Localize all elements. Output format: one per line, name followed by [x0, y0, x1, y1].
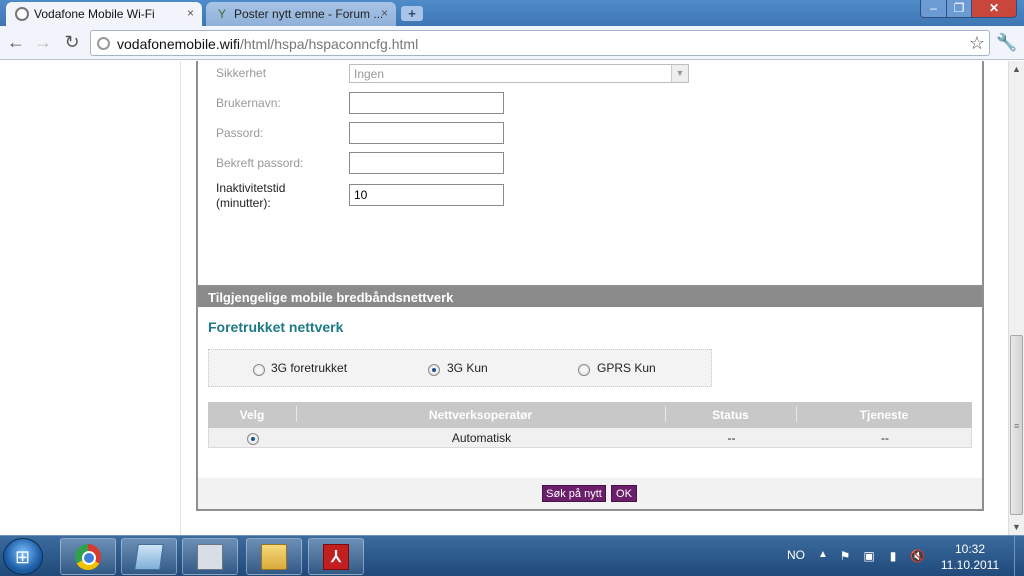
clock-date: 11.10.2011 — [940, 558, 1000, 572]
browser-toolbar: ← → ↻ vodafonemobile.wifi/html/hspa/hspa… — [0, 26, 1024, 60]
calculator-icon — [197, 544, 223, 570]
globe-icon — [15, 7, 29, 21]
password-field[interactable] — [349, 122, 504, 144]
minimize-button[interactable]: – — [920, 0, 947, 18]
confirm-password-label: Bekreft passord: — [216, 156, 304, 170]
table-row[interactable]: Automatisk -- -- — [208, 428, 972, 448]
networks-footer: Søk på nytt OK — [198, 478, 982, 509]
start-button[interactable]: ⊞ — [3, 538, 43, 575]
radio-3g-preferred[interactable] — [253, 364, 265, 376]
taskbar: ⊞ ⅄ NO ▲ ⚑ ▣ ▮ 🔇 10:32 11.10.2011 — [0, 535, 1024, 576]
column-service: Tjeneste — [859, 408, 909, 422]
url-path: /html/hspa/hspaconncfg.html — [239, 36, 419, 52]
table-header: Velg Nettverksoperatør Status Tjeneste — [208, 402, 972, 428]
globe-icon — [97, 37, 110, 50]
scrollbar-thumb[interactable]: ≡ — [1010, 335, 1023, 515]
bookmark-star-icon[interactable]: ☆ — [969, 33, 985, 54]
taskbar-chrome[interactable] — [60, 538, 116, 575]
tab-forum[interactable]: Y Poster nytt emne - Forum ... × — [206, 2, 396, 26]
language-indicator[interactable]: NO — [787, 548, 805, 562]
forum-icon: Y — [217, 7, 226, 21]
inactivity-label: Inaktivitetstid (minutter): — [216, 181, 285, 211]
notes-icon — [134, 544, 164, 570]
radio-gprs-only[interactable] — [578, 364, 590, 376]
status-cell: -- — [727, 431, 736, 445]
clock[interactable]: 10:32 11.10.2011 — [930, 541, 1010, 573]
forward-button[interactable]: → — [32, 31, 54, 53]
folder-icon — [261, 544, 287, 570]
security-value: Ingen — [354, 67, 385, 81]
show-hidden-icons-icon[interactable]: ▲ — [818, 549, 828, 560]
service-cell: -- — [881, 431, 889, 445]
system-tray: NO ▲ ⚑ ▣ ▮ 🔇 10:32 11.10.2011 — [780, 536, 1024, 576]
security-label: Sikkerhet — [216, 66, 267, 80]
row-select-radio[interactable] — [247, 433, 259, 445]
reload-button[interactable]: ↻ — [61, 31, 83, 53]
grip-icon: ≡ — [1014, 421, 1020, 431]
inactivity-label-line2: (minutter): — [216, 196, 271, 210]
scroll-up-icon[interactable]: ▲ — [1012, 64, 1021, 74]
url-host: vodafonemobile.wifi — [117, 36, 240, 52]
maximize-button[interactable]: ❐ — [946, 0, 972, 18]
radio-3g-only-label: 3G Kun — [447, 361, 488, 375]
column-select: Velg — [239, 408, 265, 422]
pdf-icon: ⅄ — [323, 544, 349, 570]
network-signal-icon[interactable]: ▮ — [886, 549, 900, 563]
chrome-icon — [75, 544, 101, 570]
page-viewport: Sikkerhet Ingen ▼ Brukernavn: Passord: B… — [0, 61, 1008, 535]
wrench-icon[interactable]: 🔧 — [996, 33, 1017, 53]
operator-cell: Automatisk — [451, 431, 512, 445]
preferred-network-title: Foretrukket nettverk — [208, 319, 344, 335]
left-column-divider — [180, 61, 181, 535]
settings-form: Sikkerhet Ingen ▼ Brukernavn: Passord: B… — [198, 61, 982, 301]
new-tab-button[interactable]: + — [401, 6, 423, 21]
taskbar-calculator[interactable] — [182, 538, 238, 575]
taskbar-notes[interactable] — [121, 538, 177, 575]
radio-3g-preferred-label: 3G foretrukket — [271, 361, 348, 375]
search-again-button[interactable]: Søk på nytt — [542, 485, 606, 502]
username-label: Brukernavn: — [216, 96, 281, 110]
close-window-button[interactable]: ✕ — [971, 0, 1017, 18]
taskbar-acrobat[interactable]: ⅄ — [308, 538, 364, 575]
networks-panel: Tilgjengelige mobile bredbåndsnettverk F… — [196, 285, 984, 511]
close-tab-icon[interactable]: × — [187, 6, 194, 20]
back-button[interactable]: ← — [5, 31, 27, 53]
security-select[interactable]: Ingen ▼ — [349, 64, 689, 83]
vertical-scrollbar[interactable]: ▲ ≡ ▼ — [1008, 61, 1024, 535]
confirm-password-field[interactable] — [349, 152, 504, 174]
clock-time: 10:32 — [954, 542, 986, 556]
tab-title: Vodafone Mobile Wi-Fi — [34, 7, 155, 21]
tab-vodafone[interactable]: Vodafone Mobile Wi-Fi × — [6, 2, 202, 26]
windows-logo-icon: ⊞ — [15, 547, 31, 567]
inactivity-field[interactable] — [349, 184, 504, 206]
title-bar: Vodafone Mobile Wi-Fi × Y Poster nytt em… — [0, 0, 1024, 26]
radio-gprs-only-label: GPRS Kun — [597, 361, 656, 375]
scroll-down-icon[interactable]: ▼ — [1012, 522, 1021, 532]
column-operator: Nettverksoperatør — [428, 408, 533, 422]
username-field[interactable] — [349, 92, 504, 114]
radio-3g-only[interactable] — [428, 364, 440, 376]
inactivity-label-line1: Inaktivitetstid — [216, 181, 286, 195]
ok-button[interactable]: OK — [611, 485, 637, 502]
device-icon[interactable]: ▣ — [862, 549, 876, 563]
volume-muted-icon[interactable]: 🔇 — [910, 549, 925, 563]
password-label: Passord: — [216, 126, 264, 140]
network-mode-options: 3G foretrukket 3G Kun GPRS Kun — [208, 349, 712, 387]
address-bar[interactable]: vodafonemobile.wifi/html/hspa/hspaconncf… — [90, 30, 990, 56]
taskbar-explorer[interactable] — [246, 538, 302, 575]
tab-title: Poster nytt emne - Forum ... — [234, 7, 382, 21]
url-text: vodafonemobile.wifi/html/hspa/hspaconncf… — [117, 36, 418, 52]
column-status: Status — [712, 408, 749, 422]
networks-panel-header: Tilgjengelige mobile bredbåndsnettverk — [198, 287, 982, 307]
show-desktop-button[interactable] — [1014, 536, 1024, 576]
chevron-down-icon: ▼ — [671, 65, 688, 82]
close-tab-icon[interactable]: × — [381, 6, 388, 20]
action-center-icon[interactable]: ⚑ — [838, 549, 852, 563]
